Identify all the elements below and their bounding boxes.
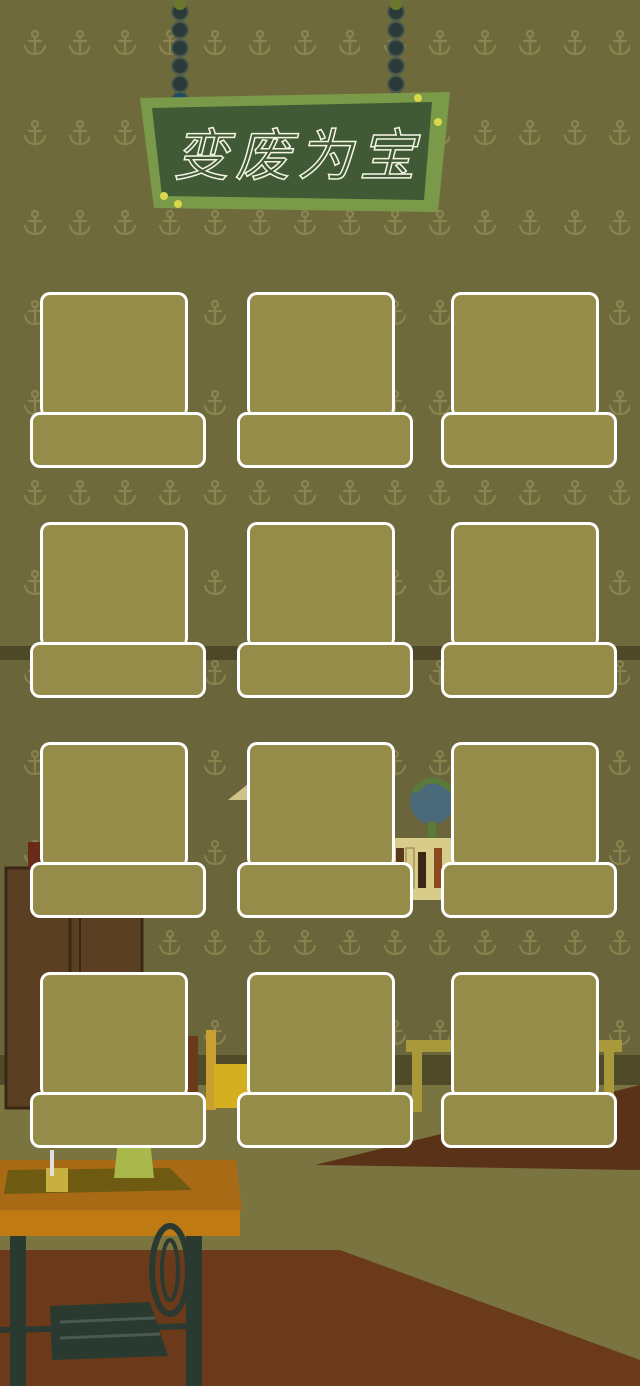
item-slot-card — [40, 972, 188, 1098]
item-slot-7[interactable] — [30, 742, 206, 918]
item-slot-base — [237, 642, 413, 698]
item-slot-card — [247, 522, 395, 648]
title-sign: 变废为宝 — [140, 92, 450, 216]
item-slot-card — [451, 972, 599, 1098]
item-slot-8[interactable] — [237, 742, 413, 918]
item-slot-12[interactable] — [441, 972, 617, 1148]
item-slot-4[interactable] — [30, 522, 206, 698]
item-slot-6[interactable] — [441, 522, 617, 698]
item-slot-10[interactable] — [30, 972, 206, 1148]
item-slot-card — [40, 742, 188, 868]
item-slot-card — [451, 522, 599, 648]
item-slot-base — [30, 642, 206, 698]
item-slot-5[interactable] — [237, 522, 413, 698]
game-title: 变废为宝 — [172, 123, 421, 190]
item-slot-card — [40, 292, 188, 418]
item-slot-card — [451, 742, 599, 868]
item-slot-card — [451, 292, 599, 418]
item-slot-base — [237, 1092, 413, 1148]
item-slot-base — [441, 412, 617, 468]
item-slot-card — [247, 292, 395, 418]
item-slot-2[interactable] — [237, 292, 413, 468]
item-slot-base — [237, 862, 413, 918]
item-slot-11[interactable] — [237, 972, 413, 1148]
item-slot-base — [30, 862, 206, 918]
item-slot-base — [441, 642, 617, 698]
item-slot-base — [30, 1092, 206, 1148]
item-slot-base — [441, 1092, 617, 1148]
item-slot-card — [247, 972, 395, 1098]
item-slot-9[interactable] — [441, 742, 617, 918]
item-slot-base — [30, 412, 206, 468]
item-slot-card — [40, 522, 188, 648]
item-slot-base — [237, 412, 413, 468]
item-slot-1[interactable] — [30, 292, 206, 468]
item-slot-3[interactable] — [441, 292, 617, 468]
item-slot-card — [247, 742, 395, 868]
item-slot-base — [441, 862, 617, 918]
